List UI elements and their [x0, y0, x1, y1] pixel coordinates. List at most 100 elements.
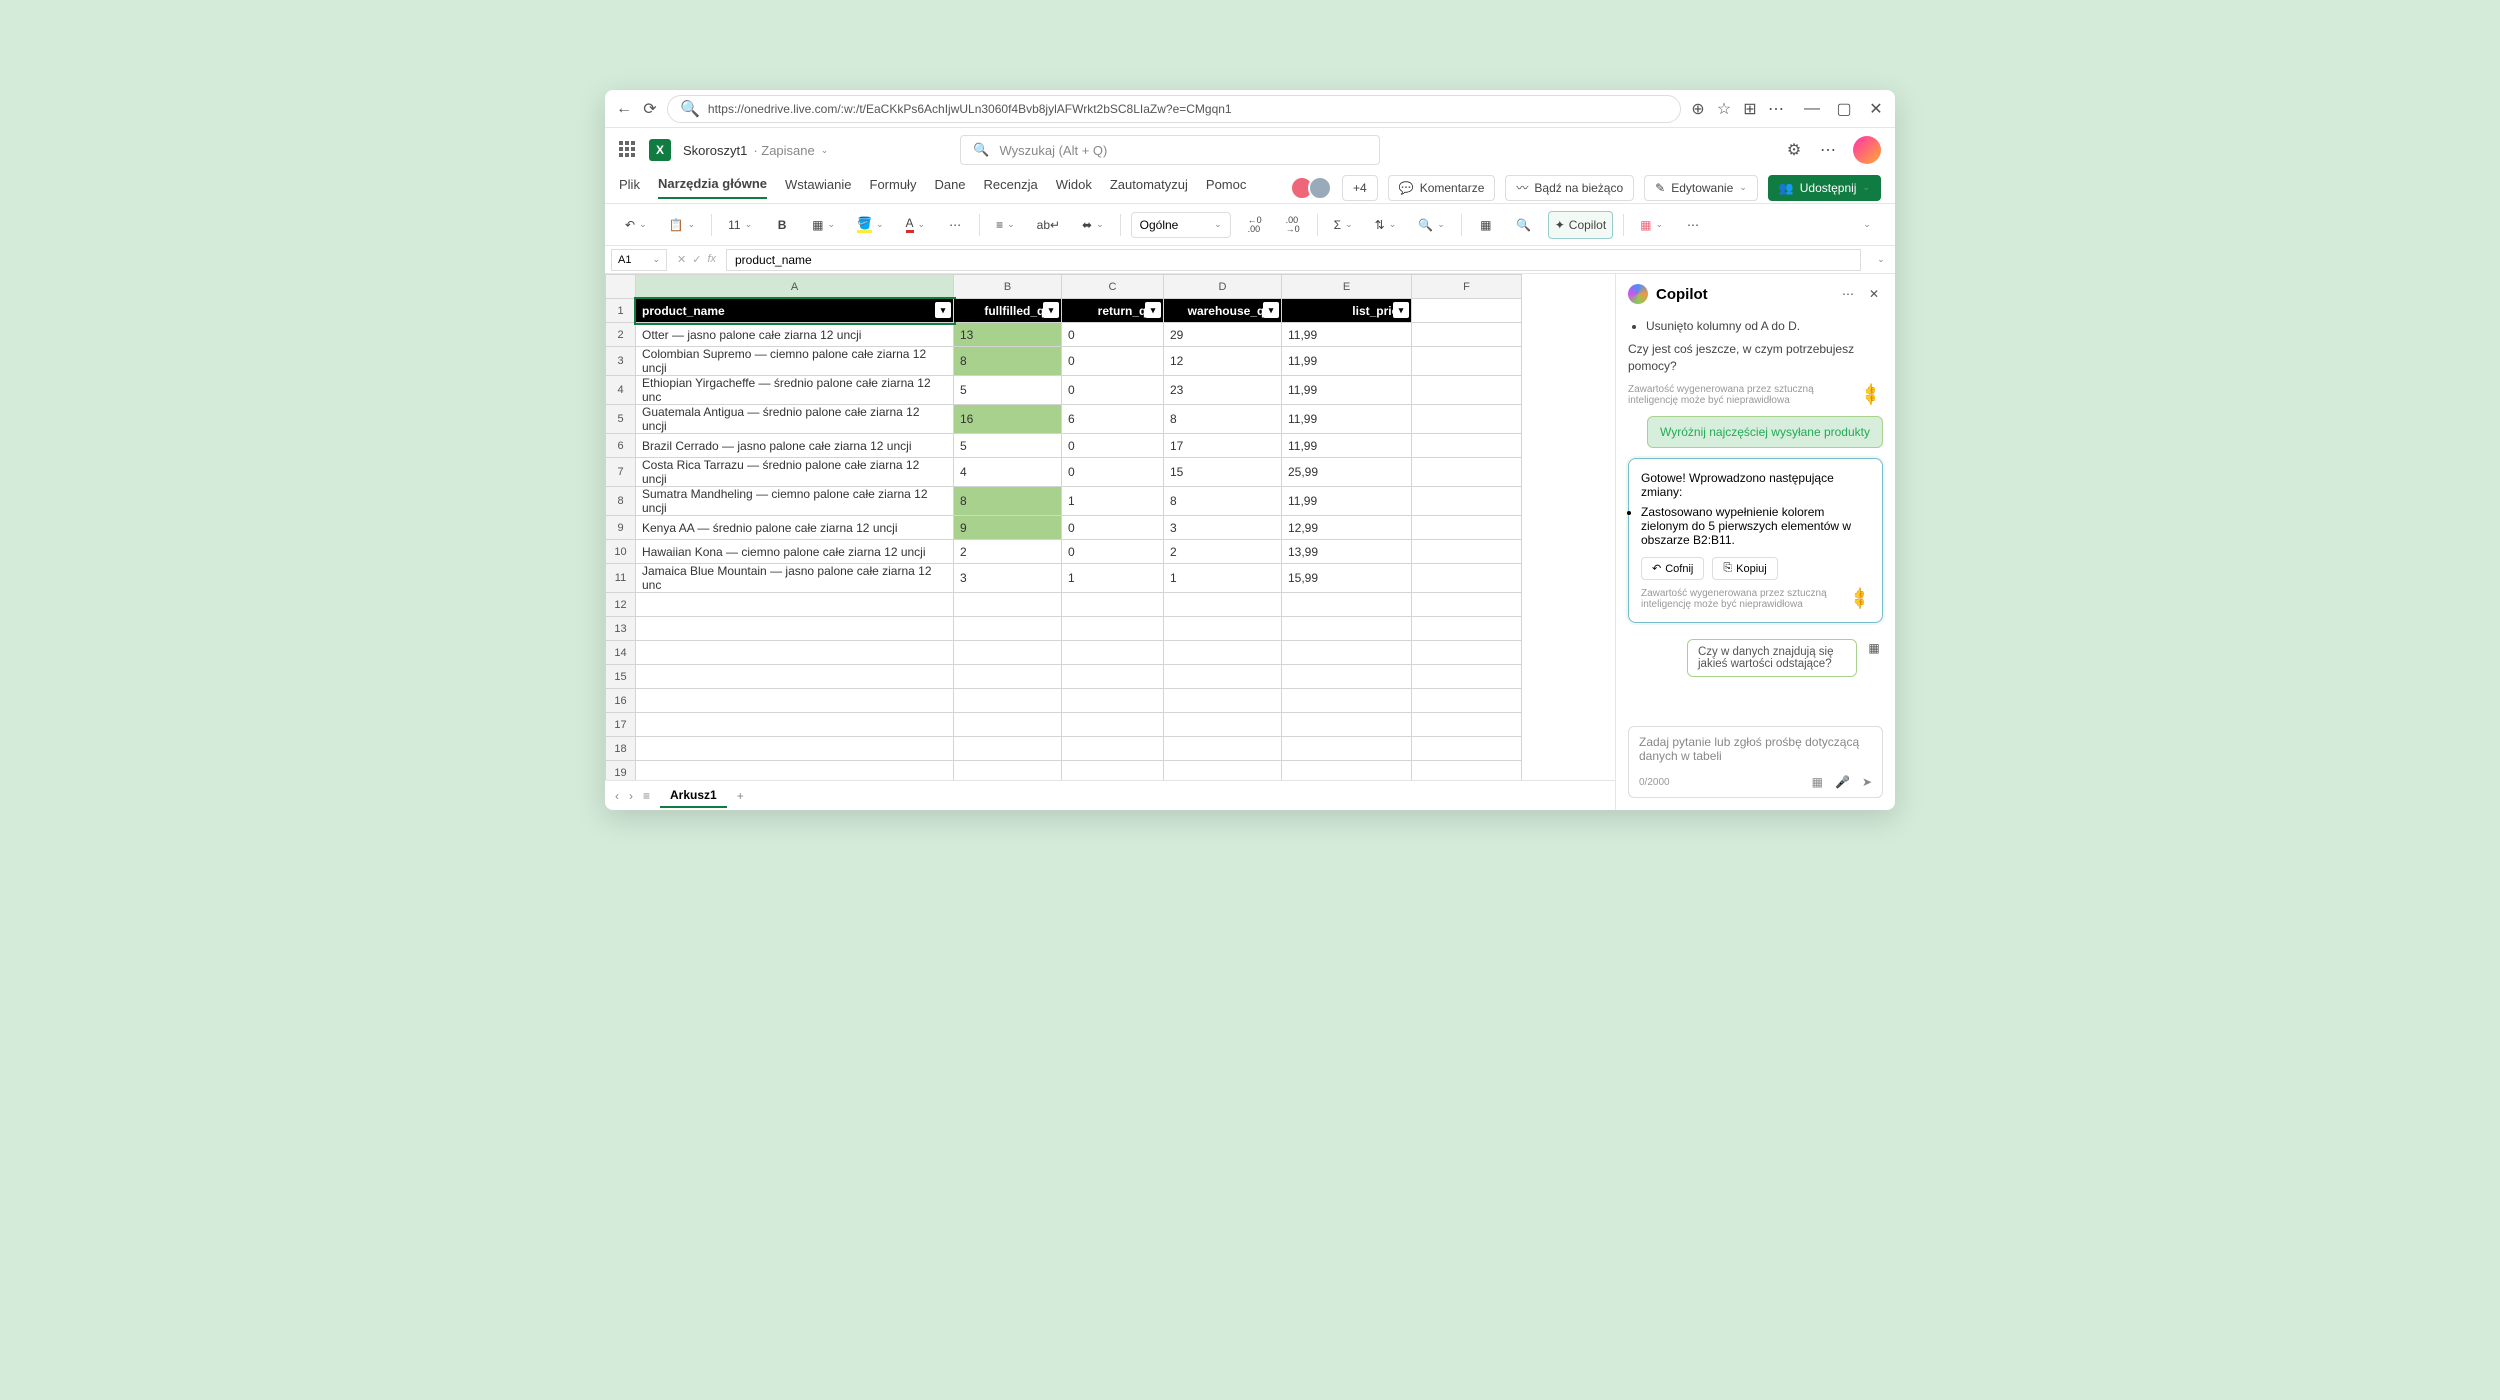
row-header[interactable]: 18 — [606, 737, 636, 761]
collections-icon[interactable]: ⊞ — [1741, 100, 1759, 118]
cell[interactable] — [1062, 593, 1164, 617]
row-header[interactable]: 6 — [606, 434, 636, 458]
table-header[interactable]: product_name▾ — [636, 299, 954, 323]
cell[interactable]: 11,99 — [1282, 323, 1412, 347]
cell[interactable] — [1164, 593, 1282, 617]
cell[interactable] — [1412, 641, 1522, 665]
wrap-button[interactable]: ab↵ — [1031, 211, 1066, 239]
cell[interactable] — [1412, 737, 1522, 761]
grid[interactable]: A B C D E F 1 product_name▾ fullfilled_q… — [605, 274, 1522, 780]
cell[interactable]: Colombian Supremo — ciemno palone całe z… — [636, 347, 954, 376]
name-box[interactable]: A1⌄ — [611, 249, 667, 271]
cell[interactable] — [1062, 689, 1164, 713]
cell[interactable]: Sumatra Mandheling — ciemno palone całe … — [636, 487, 954, 516]
cell[interactable] — [636, 593, 954, 617]
cell[interactable]: 29 — [1164, 323, 1282, 347]
presence-more[interactable]: +4 — [1342, 175, 1378, 201]
row-header[interactable]: 19 — [606, 761, 636, 781]
table-header[interactable]: warehouse_qty▾ — [1164, 299, 1282, 323]
cell[interactable] — [1164, 617, 1282, 641]
thumbs-up-icon[interactable]: 👍 — [1864, 384, 1876, 395]
cell[interactable] — [1164, 689, 1282, 713]
cell[interactable]: 2 — [1164, 540, 1282, 564]
row-header[interactable]: 2 — [606, 323, 636, 347]
tab-plik[interactable]: Plik — [619, 177, 640, 198]
cell[interactable] — [1412, 564, 1522, 593]
cell[interactable] — [954, 641, 1062, 665]
cell[interactable]: Hawaiian Kona — ciemno palone całe ziarn… — [636, 540, 954, 564]
col-header-d[interactable]: D — [1164, 275, 1282, 299]
cell[interactable]: 2 — [954, 540, 1062, 564]
undo-action-button[interactable]: ↶ Cofnij — [1641, 557, 1704, 580]
cell[interactable]: 15 — [1164, 458, 1282, 487]
cell[interactable] — [1282, 593, 1412, 617]
tab-view[interactable]: Widok — [1056, 177, 1092, 198]
cell[interactable] — [1282, 641, 1412, 665]
more-icon[interactable]: ⋯ — [1819, 141, 1837, 159]
settings-icon[interactable]: ⚙ — [1785, 141, 1803, 159]
font-color-button[interactable]: A⌄ — [900, 211, 932, 239]
cell[interactable] — [636, 641, 954, 665]
tab-automate[interactable]: Zautomatyzuj — [1110, 177, 1188, 198]
copilot-input[interactable]: Zadaj pytanie lub zgłoś prośbę dotyczącą… — [1628, 726, 1883, 798]
table-header[interactable]: fullfilled_qty▾ — [954, 299, 1062, 323]
row-header[interactable]: 10 — [606, 540, 636, 564]
accept-formula-icon[interactable]: ✓ — [692, 253, 701, 266]
cell[interactable]: 13,99 — [1282, 540, 1412, 564]
fill-color-button[interactable]: 🪣⌄ — [851, 211, 890, 239]
cell[interactable]: 1 — [1062, 487, 1164, 516]
cell[interactable]: 17 — [1164, 434, 1282, 458]
row-header[interactable]: 3 — [606, 347, 636, 376]
autosum-button[interactable]: Σ⌄ — [1328, 211, 1359, 239]
cell[interactable] — [954, 689, 1062, 713]
undo-button[interactable]: ↶⌄ — [619, 211, 653, 239]
cell[interactable]: Brazil Cerrado — jasno palone całe ziarn… — [636, 434, 954, 458]
copilot-close-icon[interactable]: ✕ — [1865, 285, 1883, 303]
cell[interactable] — [1164, 713, 1282, 737]
cell[interactable]: Jamaica Blue Mountain — jasno palone cał… — [636, 564, 954, 593]
copilot-more-icon[interactable]: ⋯ — [1839, 285, 1857, 303]
cell[interactable] — [1282, 665, 1412, 689]
cell[interactable]: 5 — [954, 434, 1062, 458]
row-header[interactable]: 16 — [606, 689, 636, 713]
sheet-add[interactable]: + — [737, 789, 744, 803]
cell[interactable] — [1282, 713, 1412, 737]
formula-input[interactable]: product_name — [726, 249, 1861, 271]
row-header[interactable]: 9 — [606, 516, 636, 540]
format-table-button[interactable]: ▦⌄ — [1634, 211, 1669, 239]
cell[interactable]: 11,99 — [1282, 347, 1412, 376]
cell[interactable]: 0 — [1062, 540, 1164, 564]
cell[interactable] — [954, 713, 1062, 737]
increase-decimal[interactable]: .00→0 — [1279, 211, 1307, 239]
cell[interactable]: 15,99 — [1282, 564, 1412, 593]
cell[interactable] — [954, 593, 1062, 617]
select-all-corner[interactable] — [606, 275, 636, 299]
cell[interactable]: 6 — [1062, 405, 1164, 434]
more-toolbar-button[interactable]: ⋯ — [1679, 211, 1707, 239]
search-input[interactable]: 🔍 Wyszukaj (Alt + Q) — [960, 135, 1380, 165]
table-header[interactable]: list_price▾ — [1282, 299, 1412, 323]
merge-button[interactable]: ⬌⌄ — [1076, 211, 1110, 239]
cell[interactable]: 8 — [1164, 405, 1282, 434]
doc-title[interactable]: Skoroszyt1 · Zapisane ⌄ — [683, 143, 828, 158]
app-launcher-icon[interactable] — [619, 141, 637, 159]
row-header[interactable]: 7 — [606, 458, 636, 487]
cell[interactable]: 16 — [954, 405, 1062, 434]
cell[interactable] — [1412, 665, 1522, 689]
row-header[interactable]: 11 — [606, 564, 636, 593]
mic-icon[interactable]: 🎤 — [1835, 775, 1850, 789]
align-button[interactable]: ≡⌄ — [990, 211, 1021, 239]
cell[interactable] — [954, 761, 1062, 781]
filter-icon[interactable]: ▾ — [1263, 302, 1279, 318]
cell[interactable]: Guatemala Antigua — średnio palone całe … — [636, 405, 954, 434]
addins-button[interactable]: ▦ — [1472, 211, 1500, 239]
cell[interactable]: 11,99 — [1282, 487, 1412, 516]
cell[interactable] — [1164, 665, 1282, 689]
cell[interactable] — [1412, 458, 1522, 487]
catchup-button[interactable]: 〰 Bądź na bieżąco — [1505, 175, 1634, 201]
filter-icon[interactable]: ▾ — [1043, 302, 1059, 318]
col-header-e[interactable]: E — [1282, 275, 1412, 299]
cell[interactable] — [1062, 665, 1164, 689]
row-header[interactable]: 13 — [606, 617, 636, 641]
cell[interactable]: Kenya AA — średnio palone całe ziarna 12… — [636, 516, 954, 540]
